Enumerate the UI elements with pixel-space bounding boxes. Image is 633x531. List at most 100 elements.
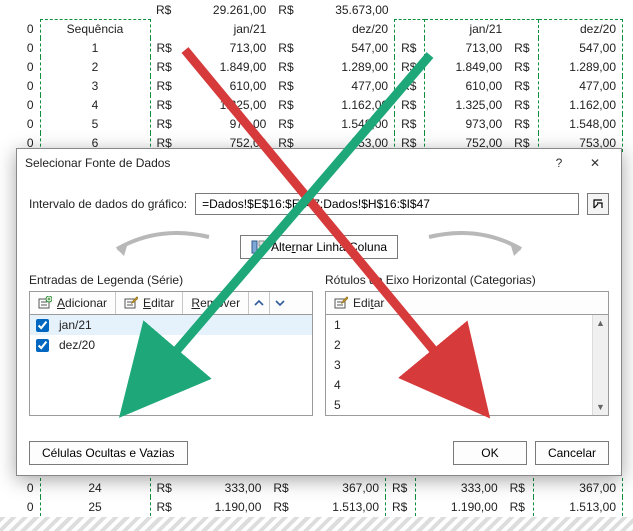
cell-currency: R$: [508, 114, 538, 133]
range-input[interactable]: [195, 193, 579, 215]
cell-value: 547,00: [538, 38, 622, 57]
cell-currency: R$: [395, 114, 425, 133]
cell-currency: R$: [508, 76, 538, 95]
col-header-seq: Sequência: [40, 19, 150, 38]
cell-currency: R$: [508, 57, 538, 76]
cell-currency: R$: [150, 497, 180, 516]
cell-seq: 25: [40, 497, 150, 516]
close-button[interactable]: ✕: [577, 150, 613, 176]
cell-currency: R$: [272, 57, 302, 76]
cell-value: 973,00: [180, 114, 272, 133]
cell-value: 477,00: [302, 76, 394, 95]
cell-currency: R$: [272, 114, 302, 133]
cell-seq: 24: [40, 478, 150, 497]
cell-seq: 1: [40, 38, 150, 57]
cell-currency: R$: [272, 38, 302, 57]
cell-value: 477,00: [538, 76, 622, 95]
cell-stub: 0: [10, 95, 40, 114]
cell-value: 1.289,00: [538, 57, 622, 76]
category-item[interactable]: 2: [326, 335, 592, 355]
cell-currency: R$: [395, 38, 425, 57]
cell-currency: R$: [150, 0, 180, 19]
series-checkbox[interactable]: [36, 319, 49, 332]
hidden-cells-button[interactable]: Células Ocultas e Vazias: [29, 441, 188, 465]
cell-value: 1.548,00: [302, 114, 394, 133]
cell-value: 713,00: [180, 38, 272, 57]
switch-icon: [251, 240, 265, 254]
category-item[interactable]: 4: [326, 375, 592, 395]
range-label: Intervalo de dados do gráfico:: [29, 197, 187, 211]
series-item[interactable]: jan/21: [30, 315, 312, 335]
cell-currency: R$: [150, 114, 180, 133]
torn-edge: [0, 517, 633, 531]
category-item[interactable]: 3: [326, 355, 592, 375]
switch-label: Alternar Linha/Coluna: [271, 240, 387, 254]
cell-currency: R$: [150, 38, 180, 57]
select-data-source-dialog: Selecionar Fonte de Dados ? ✕ Intervalo …: [16, 148, 622, 476]
category-item[interactable]: 1: [326, 315, 592, 335]
cell-stub: 0: [10, 497, 40, 516]
cell-value: 1.548,00: [538, 114, 622, 133]
chevron-down-icon: [275, 298, 285, 308]
cell-currency: R$: [504, 497, 534, 516]
cell-currency: R$: [150, 95, 180, 114]
scroll-up-button[interactable]: ▲: [593, 315, 608, 331]
move-up-button[interactable]: [249, 292, 270, 314]
move-down-button[interactable]: [270, 292, 290, 314]
cell-currency: R$: [395, 57, 425, 76]
cell-currency: R$: [386, 478, 416, 497]
cell-currency: R$: [272, 95, 302, 114]
col-header: dez/20: [302, 19, 394, 38]
cell-stub: 0: [10, 38, 40, 57]
cell-seq: 3: [40, 76, 150, 95]
categories-title: Rótulos do Eixo Horizontal (Categorias): [325, 273, 609, 287]
cell-value: 1.325,00: [425, 95, 509, 114]
col-header: jan/21: [425, 19, 509, 38]
cell-value: 1.190,00: [416, 497, 504, 516]
add-series-button[interactable]: Adicionar: [30, 292, 116, 314]
cell-seq: 5: [40, 114, 150, 133]
cell-currency: R$: [386, 497, 416, 516]
cell-currency: R$: [272, 76, 302, 95]
range-picker-button[interactable]: [587, 193, 609, 215]
cell-currency: R$: [508, 95, 538, 114]
cell-value: 1.162,00: [302, 95, 394, 114]
scrollbar[interactable]: ▲ ▼: [592, 315, 608, 415]
cell-value: 1.325,00: [180, 95, 272, 114]
cell-currency: R$: [395, 76, 425, 95]
cell-seq: 4: [40, 95, 150, 114]
cancel-button[interactable]: Cancelar: [535, 441, 609, 465]
cell-value: 35.673,00: [302, 0, 394, 19]
cell-value: 333,00: [180, 478, 267, 497]
cell-value: 610,00: [425, 76, 509, 95]
chevron-up-icon: [254, 298, 264, 308]
edit-icon: [334, 296, 348, 310]
cell-currency: R$: [504, 478, 534, 497]
dialog-title: Selecionar Fonte de Dados: [25, 156, 170, 170]
edit-series-button[interactable]: Editar: [116, 292, 183, 314]
switch-row-column-button[interactable]: Alternar Linha/Coluna: [240, 235, 398, 259]
remove-series-button[interactable]: Remover: [183, 292, 249, 314]
series-checkbox[interactable]: [36, 339, 49, 352]
help-button[interactable]: ?: [541, 150, 577, 176]
cell-currency: R$: [395, 95, 425, 114]
series-item[interactable]: dez/20: [30, 335, 312, 355]
series-toolbar: Adicionar Editar Remover: [29, 291, 313, 315]
scroll-down-button[interactable]: ▼: [593, 399, 608, 415]
ok-button[interactable]: OK: [453, 441, 527, 465]
cell-currency: R$: [150, 57, 180, 76]
cell-stub: 0: [10, 57, 40, 76]
cell-currency: R$: [267, 497, 297, 516]
category-item[interactable]: 5: [326, 395, 592, 415]
series-item-label: dez/20: [59, 338, 95, 352]
series-listbox[interactable]: jan/21 dez/20: [29, 315, 313, 416]
edit-categories-button[interactable]: Editar: [326, 292, 392, 314]
categories-listbox[interactable]: 12345: [326, 315, 592, 415]
col-header: jan/21: [180, 19, 272, 38]
add-icon: [38, 296, 52, 310]
cell-value: 367,00: [534, 478, 623, 497]
cell-currency: R$: [267, 478, 297, 497]
series-item-label: jan/21: [59, 318, 92, 332]
cell-value: 1.513,00: [297, 497, 385, 516]
cell-value: 1.849,00: [180, 57, 272, 76]
